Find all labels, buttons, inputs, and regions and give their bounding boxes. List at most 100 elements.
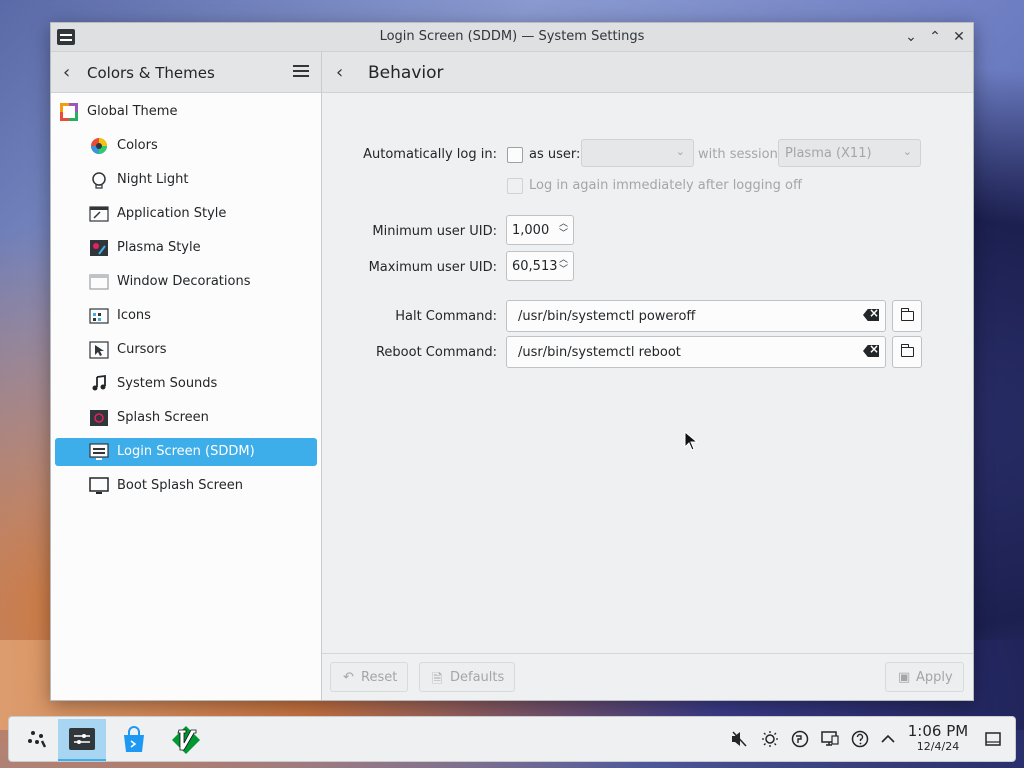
reboot-command-input[interactable]: /usr/bin/systemctl reboot [506,336,886,368]
login-screen-icon [89,443,109,460]
cursors-icon [89,341,109,359]
sidebar-back-label[interactable]: Colors & Themes [87,64,215,82]
sidebar-header: ‹ Colors & Themes [51,52,321,93]
expand-tray-icon[interactable] [878,729,898,749]
sidebar-item-plasma-style[interactable]: Plasma Style [55,234,317,262]
plasma-style-icon [90,240,108,256]
sidebar-item-icons[interactable]: Icons [55,302,317,330]
show-desktop-icon[interactable] [983,729,1003,749]
halt-command-input[interactable]: /usr/bin/systemctl poweroff [506,300,886,332]
content-header: ‹ Behavior [322,52,973,93]
discover-store-icon [124,726,144,752]
back-arrow-icon[interactable]: ‹ [63,62,70,83]
digital-clock[interactable]: 1:06 PM 12/4/24 [907,722,969,753]
display-icon[interactable] [820,729,840,749]
max-uid-value: 60,513 [512,259,558,274]
reboot-browse-button[interactable] [892,336,922,368]
system-settings-icon [69,728,95,750]
maximize-button[interactable]: ⌃ [924,26,946,48]
sidebar-item-label: Colors [117,138,158,153]
sidebar-item-night-light[interactable]: Night Light [55,166,317,194]
relogin-label: Log in again immediately after logging o… [529,178,802,193]
sidebar-item-label: Window Decorations [117,274,251,289]
spin-arrows-icon[interactable]: ︿ ﹀ [559,219,568,239]
window-title: Login Screen (SDDM) — System Settings [379,29,645,44]
sidebar-item-label: Boot Splash Screen [117,478,243,493]
clock-date: 12/4/24 [916,740,960,753]
taskbar: 1:06 PM 12/4/24 [8,716,1016,762]
sidebar-item-cursors[interactable]: Cursors [55,336,317,364]
sidebar-item-window-decorations[interactable]: Window Decorations [55,268,317,296]
apply-label: Apply [916,670,953,685]
hamburger-menu-icon[interactable] [293,65,309,77]
sidebar-item-colors[interactable]: Colors [55,132,317,160]
task-discover[interactable] [110,719,158,761]
audio-muted-icon[interactable] [729,729,749,749]
min-uid-label: Minimum user UID: [372,224,497,239]
spin-arrows-icon[interactable]: ︿ ﹀ [559,255,568,275]
global-theme-icon [60,103,78,121]
halt-command-label: Halt Command: [395,309,497,324]
sidebar-item-label: Cursors [117,342,167,357]
task-vim[interactable] [162,719,210,761]
defaults-button[interactable]: 🗎 Defaults [419,662,516,692]
footer-bar: ↶ Reset 🗎 Defaults ▣ Apply [322,653,973,700]
sidebar-item-label: System Sounds [117,376,218,391]
clear-text-icon[interactable] [863,309,879,321]
sidebar-item-label: Application Style [117,206,227,221]
user-select[interactable]: ⌄ [581,139,694,167]
clear-text-icon[interactable] [863,345,879,357]
folder-icon [900,344,914,357]
sidebar-item-label: Splash Screen [117,410,209,425]
application-launcher-button[interactable] [13,719,61,761]
task-system-settings[interactable] [58,719,106,761]
sidebar-item-application-style[interactable]: Application Style [55,200,317,228]
close-icon: ✕ [953,29,965,45]
sidebar-item-label: Night Light [117,172,189,187]
reboot-command-value: /usr/bin/systemctl reboot [518,345,681,360]
minimize-button[interactable]: ⌄ [900,26,922,48]
halt-command-value: /usr/bin/systemctl poweroff [518,309,696,324]
sidebar: ‹ Colors & Themes Global Theme Colors Ni… [51,52,322,700]
sidebar-item-label: Global Theme [87,104,178,119]
max-uid-spinbox[interactable]: 60,513 ︿ ﹀ [506,251,574,281]
folder-icon [900,308,914,321]
boot-splash-icon [89,477,109,494]
help-icon[interactable] [850,729,870,749]
autologin-checkbox[interactable] [507,147,523,163]
autologin-label: Automatically log in: [363,147,497,162]
min-uid-value: 1,000 [512,223,550,238]
reset-button[interactable]: ↶ Reset [330,662,409,692]
clock-time: 1:06 PM [907,722,969,740]
halt-browse-button[interactable] [892,300,922,332]
sidebar-item-system-sounds[interactable]: System Sounds [55,370,317,398]
sidebar-item-boot-splash-screen[interactable]: Boot Splash Screen [55,472,317,500]
kde-launcher-icon [28,731,47,748]
back-arrow-icon[interactable]: ‹ [336,62,343,83]
sidebar-item-login-screen[interactable]: Login Screen (SDDM) [55,438,317,466]
window-decorations-icon [89,274,109,290]
sidebar-item-splash-screen[interactable]: Splash Screen [55,404,317,432]
colors-icon [91,138,107,154]
window-titlebar[interactable]: Login Screen (SDDM) — System Settings ⌄ … [51,23,973,52]
chevron-down-icon: ⌄ [675,145,685,158]
session-select[interactable]: Plasma (X11) ⌄ [778,139,921,167]
sidebar-item-global-theme[interactable]: Global Theme [55,98,317,126]
network-icon[interactable] [790,729,810,749]
page-title: Behavior [368,63,444,83]
reboot-command-label: Reboot Command: [375,345,497,360]
brightness-icon[interactable] [760,729,780,749]
undo-icon: ↶ [343,670,354,685]
system-sounds-icon [92,374,106,391]
min-uid-spinbox[interactable]: 1,000 ︿ ﹀ [506,215,574,245]
sidebar-item-label: Icons [117,308,151,323]
system-settings-window: Login Screen (SDDM) — System Settings ⌄ … [50,22,974,701]
as-user-label: as user: [529,147,581,162]
save-icon: ▣ [898,670,911,685]
chevron-down-icon: ⌄ [905,29,917,45]
with-session-label: with session [698,147,778,162]
apply-button[interactable]: ▣ Apply [885,662,964,692]
relogin-checkbox[interactable] [507,178,523,194]
close-button[interactable]: ✕ [948,26,970,48]
max-uid-label: Maximum user UID: [368,260,497,275]
